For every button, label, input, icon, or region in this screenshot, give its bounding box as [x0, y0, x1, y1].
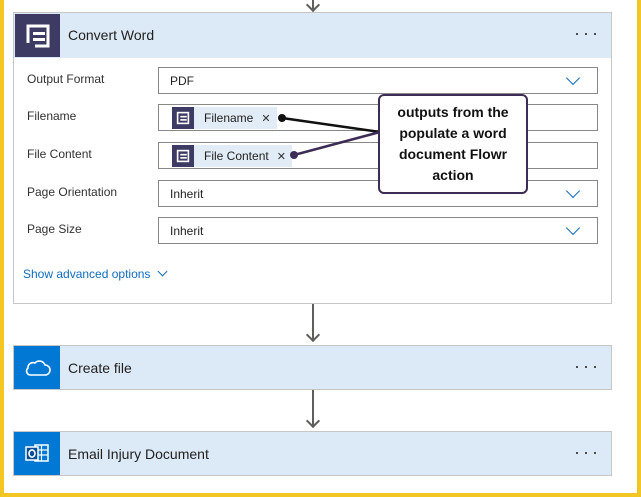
page-size-label: Page Size: [27, 222, 82, 236]
onedrive-icon: [14, 346, 60, 389]
email-header[interactable]: Email Injury Document ···: [13, 431, 612, 476]
convert-word-header[interactable]: Convert Word ···: [14, 13, 611, 58]
remove-token-icon[interactable]: ✕: [261, 112, 270, 125]
file-content-label: File Content: [27, 147, 92, 161]
token-label: Filename: [204, 111, 254, 125]
create-file-header[interactable]: Create file ···: [13, 345, 612, 390]
chevron-down-icon: [565, 220, 581, 236]
annotation-callout: outputs from the populate a word documen…: [378, 94, 528, 194]
show-advanced-options-link[interactable]: Show advanced options: [23, 266, 168, 281]
page-size-value: Inherit: [170, 224, 204, 238]
token-label: File Content: [204, 149, 269, 163]
filename-label: Filename: [27, 109, 77, 123]
word-converter-icon: [172, 145, 194, 167]
more-options-button[interactable]: ···: [574, 346, 601, 391]
chevron-down-icon: [157, 266, 168, 277]
chevron-down-icon: [565, 183, 581, 199]
outlook-icon: [14, 432, 60, 475]
advanced-options-label: Show advanced options: [23, 267, 151, 281]
filename-token[interactable]: Filename ✕: [172, 107, 277, 129]
card-title: Create file: [68, 360, 132, 376]
email-injury-document-card[interactable]: Email Injury Document ···: [13, 431, 612, 476]
word-converter-icon: [15, 14, 60, 57]
create-file-card[interactable]: Create file ···: [13, 345, 612, 390]
card-title: Email Injury Document: [68, 446, 209, 462]
remove-token-icon[interactable]: ✕: [277, 150, 286, 163]
output-format-dropdown[interactable]: PDF: [158, 67, 598, 94]
output-format-label: Output Format: [27, 72, 105, 86]
page-orientation-value: Inherit: [170, 187, 204, 201]
more-options-button[interactable]: ···: [574, 13, 601, 58]
page-orientation-label: Page Orientation: [27, 185, 118, 199]
page-size-dropdown[interactable]: Inherit: [158, 217, 598, 244]
card-title: Convert Word: [68, 27, 155, 43]
output-format-value: PDF: [170, 74, 194, 88]
file-content-token[interactable]: File Content ✕: [172, 145, 292, 167]
chevron-down-icon: [565, 70, 581, 86]
more-options-button[interactable]: ···: [574, 432, 601, 477]
word-converter-icon: [172, 107, 194, 129]
callout-text: outputs from the populate a word documen…: [397, 104, 509, 183]
